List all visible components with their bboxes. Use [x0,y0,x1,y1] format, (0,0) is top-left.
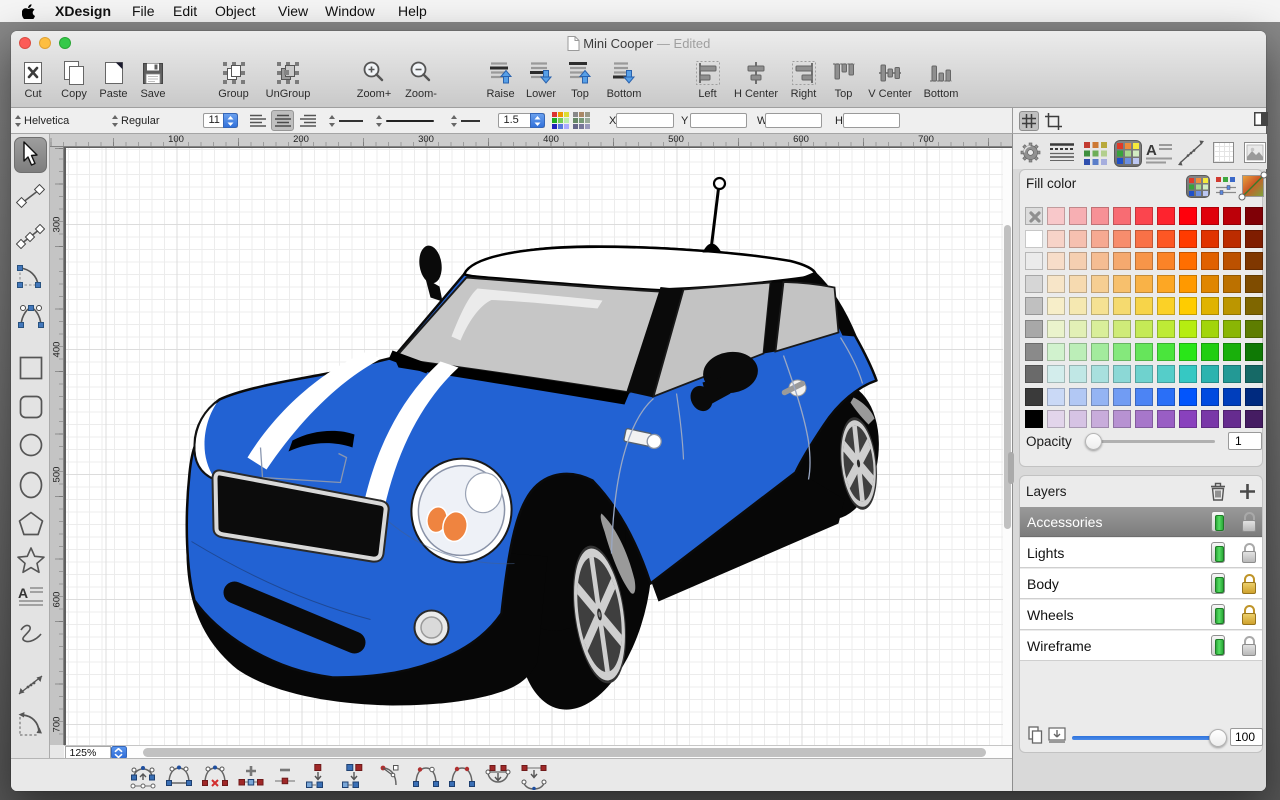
svg-text:A: A [1146,142,1157,159]
svg-text:A: A [18,585,28,601]
